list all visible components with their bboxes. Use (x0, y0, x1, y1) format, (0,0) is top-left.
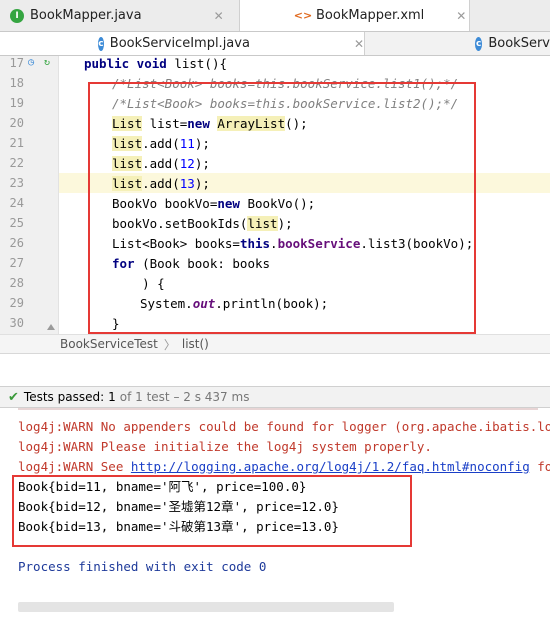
line-number: 23 (9, 176, 24, 190)
tab-label: BookServ (488, 36, 550, 51)
tab-bookmapper-java[interactable]: I BookMapper.java ✕ (0, 0, 240, 31)
console-warn-line: log4j:WARN Please initialize the log4j s… (18, 439, 432, 454)
close-icon[interactable]: ✕ (214, 9, 224, 23)
line-number: 26 (9, 236, 24, 250)
line-number: 19 (9, 96, 24, 110)
line-gutter: 17 18 19 20 21 22 23 24 25 26 27 28 29 3… (0, 56, 59, 334)
console-link[interactable]: http://logging.apache.org/log4j/1.2/faq.… (131, 459, 530, 474)
annotation-box (88, 82, 476, 334)
test-status-bar: ✔ Tests passed: 1 of 1 test – 2 s 437 ms (0, 386, 550, 408)
line-number: 17 (9, 56, 24, 70)
tests-passed-label: Tests passed: (23, 390, 105, 404)
clipped-output-line (18, 408, 538, 410)
line-number: 28 (9, 276, 24, 290)
console-warn-line: log4j:WARN See http://logging.apache.org… (18, 459, 550, 474)
fold-icon[interactable] (47, 324, 55, 330)
tab-label: BookServiceImpl.java (109, 36, 250, 51)
run-gutter-icon[interactable]: ↻ (44, 57, 50, 68)
tab-label: BookMapper.java (30, 8, 142, 23)
editor-tab-bar: I BookMapper.java ✕ <> BookMapper.xml ✕ (0, 0, 550, 32)
breadcrumb: BookServiceTest 〉 list() (0, 334, 550, 354)
close-icon[interactable]: ✕ (456, 9, 466, 23)
run-console[interactable]: log4j:WARN No appenders could be found f… (0, 408, 550, 617)
line-number: 25 (9, 216, 24, 230)
class-java-icon: c (475, 36, 483, 51)
xml-file-icon: <> (293, 9, 313, 22)
tab-bookmapper-xml[interactable]: <> BookMapper.xml ✕ (240, 0, 470, 31)
line-number: 27 (9, 256, 24, 270)
console-warn-line: log4j:WARN No appenders could be found f… (18, 419, 550, 434)
horizontal-scrollbar[interactable] (18, 602, 394, 612)
line-number: 22 (9, 156, 24, 170)
editor-tab-bar-secondary: c BookServiceImpl.java ✕ c BookServ (0, 32, 550, 56)
annotation-box (12, 475, 412, 547)
check-icon: ✔ (8, 389, 19, 405)
tab-bookservicetest-java[interactable]: c BookServ (365, 32, 550, 55)
breadcrumb-separator: 〉 (163, 337, 176, 352)
tests-detail: of 1 test – 2 s 437 ms (119, 390, 250, 404)
line-number: 24 (9, 196, 24, 210)
line-number: 20 (9, 116, 24, 130)
run-test-icon[interactable]: ◷ (28, 57, 34, 68)
tab-bookserviceimpl-java[interactable]: c BookServiceImpl.java ✕ (0, 32, 365, 55)
interface-java-icon: I (10, 8, 24, 23)
code-line: public void list(){ (84, 56, 228, 71)
tests-passed-count: 1 (108, 390, 116, 404)
breadcrumb-method[interactable]: list() (182, 337, 209, 351)
tab-label: BookMapper.xml (316, 8, 425, 23)
line-number: 30 (9, 316, 24, 330)
close-icon[interactable]: ✕ (354, 37, 364, 51)
line-number: 29 (9, 296, 24, 310)
line-number: 21 (9, 136, 24, 150)
line-number: 18 (9, 76, 24, 90)
process-finished-line: Process finished with exit code 0 (18, 559, 267, 574)
class-java-icon: c (98, 36, 104, 51)
code-editor[interactable]: 17 18 19 20 21 22 23 24 25 26 27 28 29 3… (0, 56, 550, 334)
breadcrumb-class[interactable]: BookServiceTest (60, 337, 158, 351)
